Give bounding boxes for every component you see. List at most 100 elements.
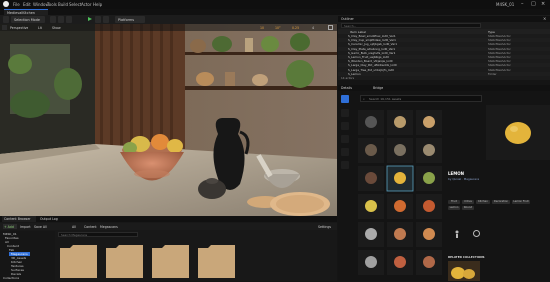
sphere-icon	[473, 230, 480, 237]
tag[interactable]: Lemon	[448, 206, 460, 210]
breadcrumb-content[interactable]: Content	[84, 225, 97, 229]
menu-file[interactable]: File	[13, 2, 20, 7]
asset-tags: Fruit Citrus Kitchen Decoration Lemon Fr…	[448, 200, 548, 214]
monitor-icon[interactable]	[341, 161, 349, 169]
show-button[interactable]: Show	[52, 26, 61, 30]
tree-item[interactable]: Collections	[3, 276, 19, 280]
camera-speed-value[interactable]: 4	[312, 26, 314, 30]
tab-content-browser[interactable]: Content Browser	[2, 216, 36, 222]
selection-mode-label: Selection Mode	[14, 17, 40, 22]
angle-snap-value[interactable]: 10°	[275, 26, 281, 30]
fab-panel: Details Bridge ⌕ Search 16,151 assets LE…	[338, 85, 550, 281]
level-viewport[interactable]: Perspective Lit Show 10 10° 0.25 4	[0, 24, 337, 216]
cb-search-placeholder: Search Megascans	[61, 233, 88, 237]
content-browser-toolbar: + Add Import Save All All Content Megasc…	[0, 223, 337, 230]
viewport-scene	[0, 24, 337, 216]
asset-thumbnail-image	[394, 116, 406, 128]
asset-thumbnail-image	[365, 172, 377, 184]
platforms-label: Platforms	[118, 17, 135, 22]
asset-thumbnail-image	[423, 116, 435, 128]
selection-mode-dropdown[interactable]: Selection Mode	[11, 16, 45, 23]
tag[interactable]: Decoration	[492, 200, 510, 204]
cb-search-input[interactable]: Search Megascans	[58, 232, 138, 237]
add-button[interactable]: + Add	[3, 224, 17, 229]
play-icon[interactable]	[88, 17, 92, 21]
col-item-label[interactable]: Item Label	[350, 30, 366, 34]
window-title: M4SK_01	[496, 2, 515, 7]
menu-edit[interactable]: Edit	[23, 2, 31, 7]
tag[interactable]: Kitchen	[476, 200, 490, 204]
home-icon[interactable]	[341, 95, 349, 103]
library-icon[interactable]	[341, 148, 349, 156]
asset-thumbnail-image	[423, 200, 435, 212]
outliner-header: Outliner ×	[338, 16, 550, 22]
step-icon[interactable]	[95, 16, 101, 23]
fab-sidebar	[341, 95, 349, 265]
tab-content-browser-label: Content Browser	[4, 217, 31, 221]
search-icon: ⌕	[363, 96, 365, 101]
menu-actor[interactable]: Actor	[81, 2, 92, 7]
outliner-title: Outliner	[341, 17, 354, 21]
tag[interactable]: Lemon Fruit	[512, 200, 530, 204]
col-type[interactable]: Type	[488, 30, 495, 34]
stop-icon[interactable]	[103, 16, 109, 23]
breadcrumb-megascans[interactable]: Megascans	[100, 225, 118, 229]
tag[interactable]: Round	[462, 206, 474, 210]
asset-thumbnail-image	[394, 256, 406, 268]
perspective-button[interactable]: Perspective	[10, 26, 28, 30]
outliner-row-label: S_Lemon	[348, 71, 361, 76]
outliner-row[interactable]: S_Lemon Folder	[338, 71, 550, 76]
tag[interactable]: Fruit	[448, 200, 460, 204]
scale-snap-value[interactable]: 0.25	[292, 26, 299, 30]
platforms-dropdown[interactable]: Platforms	[115, 16, 145, 23]
outliner-search-input[interactable]: Search...	[341, 23, 481, 28]
app-logo-icon[interactable]	[3, 1, 9, 7]
menu-help[interactable]: Help	[93, 2, 102, 7]
related-collection-thumb[interactable]	[448, 261, 480, 281]
asset-subtitle: by Quixel · Megascans	[448, 177, 480, 181]
asset-thumbnail-image	[423, 256, 435, 268]
viewport-toolbar: Perspective Lit Show 10 10° 0.25 4	[0, 24, 337, 31]
breadcrumb-all[interactable]: All	[72, 225, 76, 229]
save-all-button[interactable]: Save All	[34, 225, 47, 229]
blueprint-icon[interactable]	[58, 16, 64, 23]
sequencer-icon[interactable]	[66, 16, 72, 23]
content-browser: Content Browser Output Log + Add Import …	[0, 216, 337, 281]
tab-bridge[interactable]: Bridge	[373, 86, 383, 90]
minimize-icon[interactable]: –	[521, 1, 524, 7]
tab-details[interactable]: Details	[341, 86, 352, 90]
asset-preview	[486, 105, 550, 160]
asset-thumbnail-image	[394, 200, 406, 212]
cb-settings-button[interactable]: Settings	[318, 225, 331, 229]
downloads-icon[interactable]	[341, 135, 349, 143]
grid-snap-value[interactable]: 10	[260, 26, 264, 30]
create-icon[interactable]	[50, 16, 56, 23]
import-button[interactable]: Import	[20, 225, 31, 229]
tab-output-log[interactable]: Output Log	[38, 216, 62, 222]
lit-button[interactable]: Lit	[38, 26, 42, 30]
outliner-search-placeholder: Search...	[344, 24, 357, 28]
content-browser-tabs: Content Browser Output Log	[0, 216, 337, 222]
asset-thumbnail-image	[365, 200, 377, 212]
maximize-viewport-icon[interactable]	[328, 25, 333, 30]
menu-tools[interactable]: Tools	[47, 2, 57, 7]
menu-select[interactable]: Select	[69, 2, 81, 7]
tag[interactable]: Citrus	[462, 200, 474, 204]
collections-icon[interactable]	[341, 109, 349, 117]
asset-thumbnail-image	[394, 228, 406, 240]
close-icon[interactable]: ×	[543, 16, 546, 21]
asset-thumbnail-image	[423, 144, 435, 156]
maximize-icon[interactable]: □	[531, 1, 536, 7]
fab-tabs: Details Bridge	[338, 85, 550, 91]
close-icon[interactable]: ×	[541, 1, 545, 7]
outliner-list: S_Clay_Bowl_smvbfhax_lod0_Var1 StaticMesh…	[338, 34, 550, 76]
viewport-menu-icon[interactable]	[2, 25, 7, 30]
save-icon[interactable]	[3, 16, 9, 23]
asset-thumbnail-image	[423, 172, 435, 184]
menu-build[interactable]: Build	[58, 2, 68, 7]
asset-thumbnail-image	[365, 228, 377, 240]
fab-search-placeholder: Search 16,151 assets	[369, 97, 402, 101]
favorites-icon[interactable]	[341, 122, 349, 130]
folder-grid	[60, 245, 235, 278]
fab-search-input[interactable]: ⌕ Search 16,151 assets	[360, 95, 482, 102]
